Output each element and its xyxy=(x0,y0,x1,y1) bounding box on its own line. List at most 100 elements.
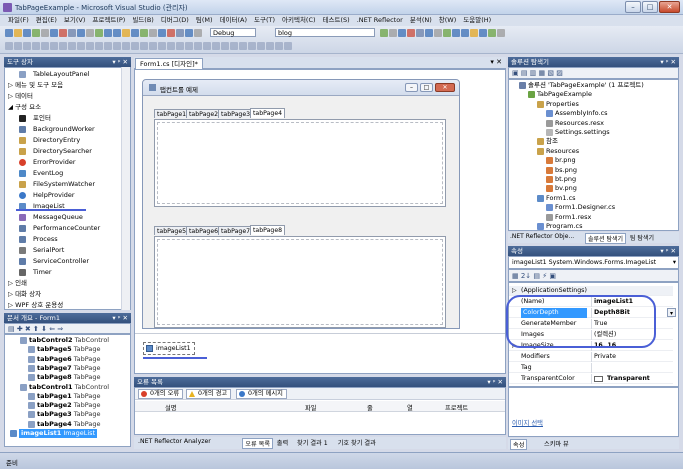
toolbox-item[interactable]: SerialPort xyxy=(5,245,122,256)
toolbar-button-icon[interactable] xyxy=(14,29,22,37)
outline-item[interactable]: tabPage4 TabPage xyxy=(5,420,130,429)
toolbar-button-icon[interactable] xyxy=(389,29,397,37)
toolbar-button-icon[interactable] xyxy=(32,29,40,37)
toolbox-item[interactable]: ▷ 메뉴 및 도구 모음 xyxy=(5,80,122,91)
toolbar-button-icon[interactable] xyxy=(59,29,67,37)
layout-toolbar-icon[interactable] xyxy=(158,42,166,50)
toolbar-button-icon[interactable] xyxy=(50,29,58,37)
toolbar-button-icon[interactable] xyxy=(176,29,184,37)
toolbox-item[interactable]: MessageQueue xyxy=(5,212,122,223)
layout-toolbar-icon[interactable] xyxy=(194,42,202,50)
toolbar-button-icon[interactable] xyxy=(497,29,505,37)
tab-tabpage6[interactable]: tabPage6 xyxy=(186,226,222,235)
toolbox-item[interactable]: BackgroundWorker xyxy=(5,124,122,135)
layout-toolbar-icon[interactable] xyxy=(257,42,265,50)
outline-item[interactable]: tabPage6 TabPage xyxy=(5,355,130,364)
toolbox-item[interactable]: DirectoryEntry xyxy=(5,135,122,146)
solution-item[interactable]: Resources.resx xyxy=(509,119,678,128)
tab-tabpage4[interactable]: tabPage4 xyxy=(250,108,286,118)
toolbar-button-icon[interactable] xyxy=(443,29,451,37)
designer-document-tab[interactable]: Form1.cs [디자인]* xyxy=(135,58,203,69)
layout-toolbar-icon[interactable] xyxy=(59,42,67,50)
solution-tab[interactable]: 팀 탐색기 xyxy=(630,233,654,242)
outline-nav-icons[interactable]: ▤ ✚ ✖ ⬆ ⬇ ⇐ ⇒ xyxy=(8,325,63,333)
layout-toolbar-icon[interactable] xyxy=(131,42,139,50)
outline-item[interactable]: tabPage8 TabPage xyxy=(5,373,130,382)
solution-item[interactable]: bt.png xyxy=(509,175,678,184)
properties-object-selector[interactable]: imageList1 System.Windows.Forms.ImageLis… xyxy=(508,256,679,269)
layout-toolbar-icon[interactable] xyxy=(5,42,13,50)
tab-tabpage5[interactable]: tabPage5 xyxy=(154,226,190,235)
errors-filter-button[interactable]: 0개의 오류 xyxy=(138,389,184,399)
error-column-header[interactable]: 프로젝트 xyxy=(445,403,468,412)
menu-item[interactable]: 보기(V) xyxy=(64,16,85,24)
menu-item[interactable]: 프로젝트(P) xyxy=(92,16,125,24)
solution-toolbar-icons[interactable]: ▣ ▤ ▥ ▦ ▧ ▨ xyxy=(512,69,563,77)
property-row[interactable]: Modifiers Private xyxy=(509,352,673,362)
tab-tabpage8[interactable]: tabPage8 xyxy=(250,225,286,235)
properties-tab[interactable]: 속성 xyxy=(510,439,528,450)
solution-explorer-pin-icon[interactable]: ▾ ᵖ ✕ xyxy=(660,57,676,67)
outline-item[interactable]: imageList1 ImageList xyxy=(5,429,130,438)
solution-item[interactable]: AssemblyInfo.cs xyxy=(509,109,678,118)
toolbar-button-icon[interactable] xyxy=(41,29,49,37)
toolbox-item[interactable]: Process xyxy=(5,234,122,245)
toolbar-button-icon[interactable] xyxy=(113,29,121,37)
solution-item[interactable]: Form1.resx xyxy=(509,213,678,222)
find-combo[interactable]: blog xyxy=(275,28,375,37)
toolbar-button-icon[interactable] xyxy=(77,29,85,37)
menu-item[interactable]: 팀(M) xyxy=(196,16,213,24)
toolbox-item[interactable]: FileSystemWatcher xyxy=(5,179,122,190)
toolbox-item[interactable]: DirectorySearcher xyxy=(5,146,122,157)
properties-view-icons[interactable]: ▦ 2↓ ▤ ⚡ ▣ xyxy=(512,272,556,280)
toolbox-item[interactable]: PerformanceCounter xyxy=(5,223,122,234)
tab-control-2-page[interactable] xyxy=(154,236,446,328)
layout-toolbar-icon[interactable] xyxy=(32,42,40,50)
bottom-tab[interactable]: 찾기 결과 1 xyxy=(295,438,330,447)
toolbar-button-icon[interactable] xyxy=(407,29,415,37)
toolbar-button-icon[interactable] xyxy=(140,29,148,37)
toolbar-button-icon[interactable] xyxy=(95,29,103,37)
menu-item[interactable]: 디버그(D) xyxy=(161,16,189,24)
solution-item[interactable]: Settings.settings xyxy=(509,128,678,137)
bottom-tab[interactable]: .NET Reflector Analyzer xyxy=(136,438,213,445)
toolbox-scrollbar[interactable] xyxy=(121,67,130,310)
error-column-header[interactable]: 줄 xyxy=(367,403,373,412)
layout-toolbar-icon[interactable] xyxy=(284,42,292,50)
solution-item[interactable]: Program.cs xyxy=(509,222,678,231)
layout-toolbar-icon[interactable] xyxy=(266,42,274,50)
layout-toolbar-icon[interactable] xyxy=(248,42,256,50)
layout-toolbar-icon[interactable] xyxy=(23,42,31,50)
toolbar-button-icon[interactable] xyxy=(167,29,175,37)
imagelist1-component[interactable]: imageList1 xyxy=(143,342,195,355)
toolbox-item[interactable]: TableLayoutPanel xyxy=(5,69,122,80)
toolbar-button-icon[interactable] xyxy=(479,29,487,37)
toolbar-button-icon[interactable] xyxy=(131,29,139,37)
toolbar-button-icon[interactable] xyxy=(23,29,31,37)
outline-item[interactable]: tabPage7 TabPage xyxy=(5,364,130,373)
toolbox-item[interactable]: ▷ 데이터 xyxy=(5,91,122,102)
warnings-filter-button[interactable]: 0개의 경고 xyxy=(186,389,232,399)
toolbar-button-icon[interactable] xyxy=(122,29,130,37)
toolbox-item[interactable]: Timer xyxy=(5,267,122,278)
outline-item[interactable]: tabPage5 TabPage xyxy=(5,345,130,354)
toolbar-button-icon[interactable] xyxy=(5,29,13,37)
design-form[interactable]: 탭컨트롤 예제 – □ ✕ tabPage1 tabPage2 tabPage3 ta… xyxy=(142,79,460,329)
error-column-header[interactable]: 열 xyxy=(407,403,413,412)
tab-tabpage7[interactable]: tabPage7 xyxy=(218,226,254,235)
solution-item[interactable]: 솔루션 'TabPageExample' (1 프로젝트) xyxy=(509,81,678,90)
toolbar-button-icon[interactable] xyxy=(452,29,460,37)
toolbar-button-icon[interactable] xyxy=(416,29,424,37)
toolbar-button-icon[interactable] xyxy=(425,29,433,37)
layout-toolbar-icon[interactable] xyxy=(86,42,94,50)
bottom-tab[interactable]: 출력 xyxy=(275,438,290,447)
layout-toolbar-icon[interactable] xyxy=(122,42,130,50)
bottom-tab[interactable]: 기호 찾기 결과 xyxy=(336,438,378,447)
menu-item[interactable]: 데이터(A) xyxy=(220,16,247,24)
toolbox-item[interactable]: ◢ 구성 요소 xyxy=(5,102,122,113)
toolbox-item[interactable]: ▷ 인쇄 xyxy=(5,278,122,289)
layout-toolbar-icon[interactable] xyxy=(77,42,85,50)
toolbar-button-icon[interactable] xyxy=(488,29,496,37)
menu-item[interactable]: 창(W) xyxy=(439,16,456,24)
menu-item[interactable]: 빌드(B) xyxy=(132,16,154,24)
